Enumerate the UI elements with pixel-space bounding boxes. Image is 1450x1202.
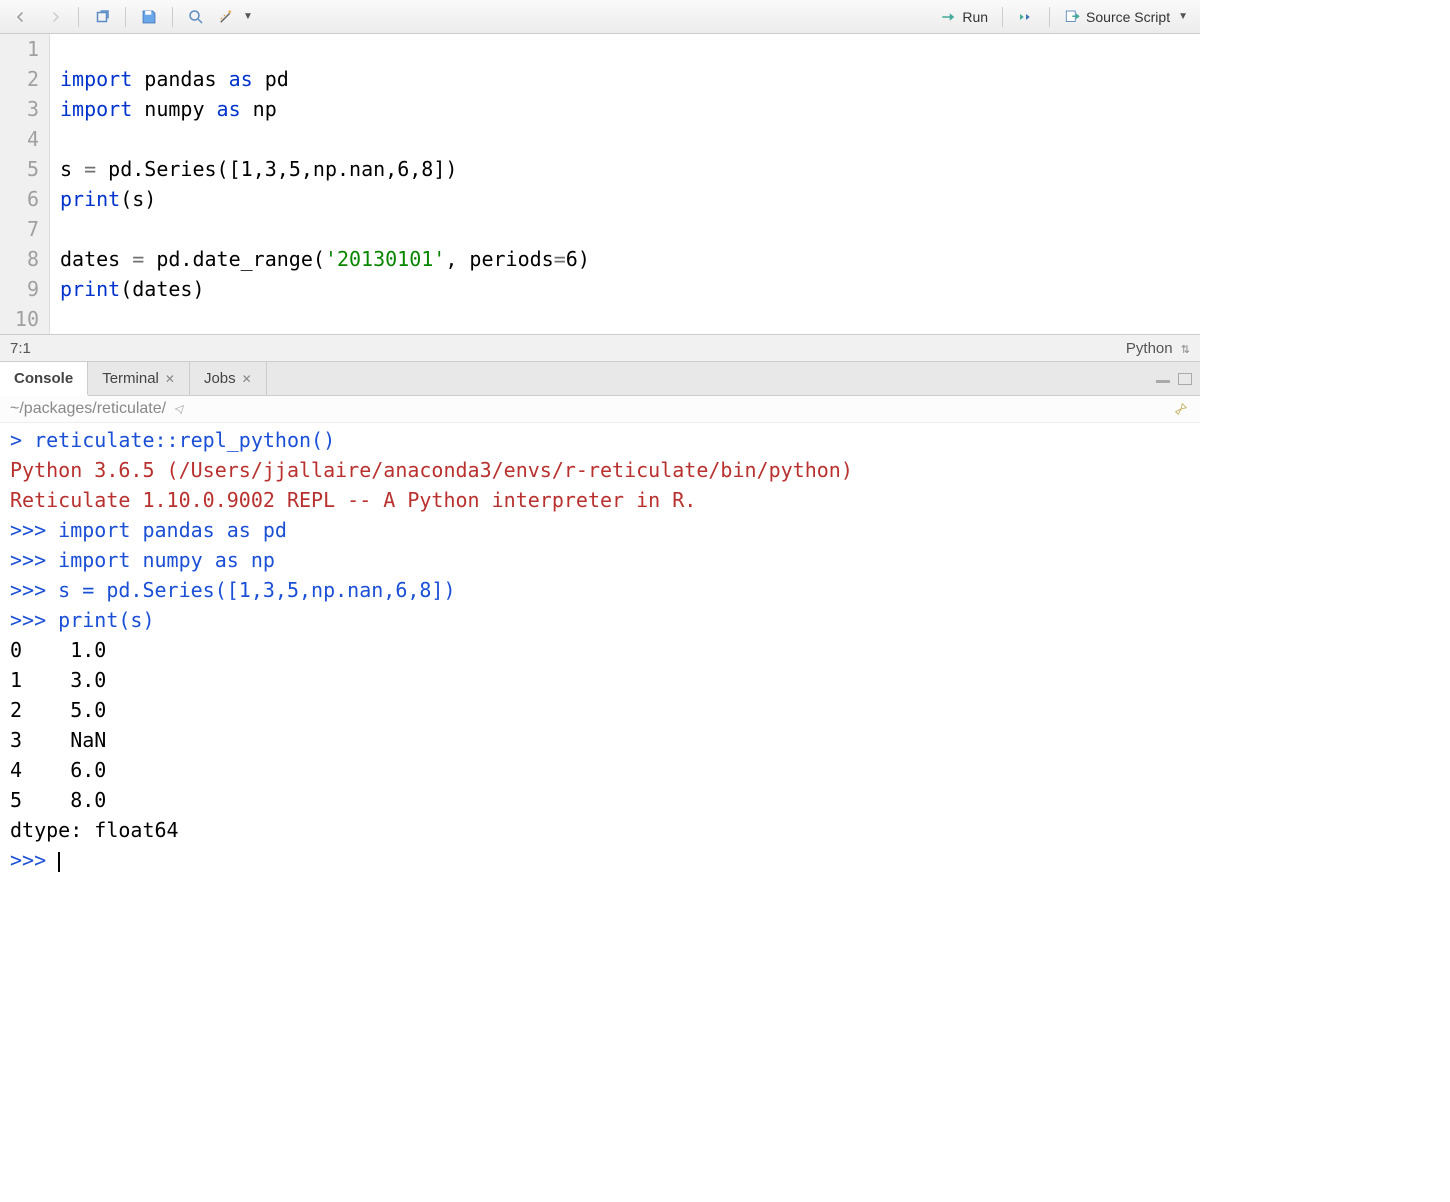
chevron-down-icon: ▼: [243, 11, 253, 22]
console-line: dtype: float64: [10, 815, 1190, 845]
source-label: Source Script: [1086, 9, 1170, 25]
line-number: 5: [14, 154, 39, 184]
share-icon[interactable]: [172, 402, 188, 416]
code-line[interactable]: dates = pd.date_range('20130101', period…: [60, 244, 1190, 274]
line-number: 4: [14, 124, 39, 154]
line-gutter: 12345678910: [0, 34, 50, 334]
search-icon: [187, 8, 205, 26]
console-line: Reticulate 1.10.0.9002 REPL -- A Python …: [10, 485, 1190, 515]
code-line[interactable]: import pandas as pd: [60, 64, 1190, 94]
line-number: 7: [14, 214, 39, 244]
console-line: 3 NaN: [10, 725, 1190, 755]
source-button[interactable]: Source Script ▼: [1058, 6, 1194, 28]
line-number: 3: [14, 94, 39, 124]
code-line[interactable]: print(s): [60, 184, 1190, 214]
tab-terminal[interactable]: Terminal ✕: [88, 362, 190, 395]
console-line: >>>: [10, 845, 1190, 875]
line-number: 10: [14, 304, 39, 334]
maximize-icon[interactable]: [1178, 373, 1192, 385]
forward-button[interactable]: [40, 6, 70, 28]
wand-button[interactable]: ▼: [211, 6, 259, 28]
separator: [78, 7, 79, 27]
rerun-button[interactable]: [1011, 6, 1041, 28]
editor-status-bar: 7:1 Python ⇅: [0, 334, 1200, 362]
line-number: 2: [14, 64, 39, 94]
console-line: >>> s = pd.Series([1,3,5,np.nan,6,8]): [10, 575, 1190, 605]
language-selector[interactable]: Python ⇅: [1126, 340, 1190, 357]
separator: [1002, 7, 1003, 27]
source-icon: [1064, 8, 1082, 26]
console-path-bar: ~/packages/reticulate/: [0, 396, 1200, 423]
tab-jobs[interactable]: Jobs ✕: [190, 362, 267, 395]
arrow-left-icon: [12, 8, 30, 26]
cursor-position: 7:1: [10, 340, 31, 357]
console-line: Python 3.6.5 (/Users/jjallaire/anaconda3…: [10, 455, 1190, 485]
line-number: 9: [14, 274, 39, 304]
line-number: 1: [14, 34, 39, 64]
code-line[interactable]: [60, 214, 1190, 244]
save-icon: [140, 8, 158, 26]
back-button[interactable]: [6, 6, 36, 28]
separator: [1049, 7, 1050, 27]
code-line[interactable]: [60, 304, 1190, 334]
code-lines[interactable]: import pandas as pdimport numpy as np s …: [50, 34, 1200, 334]
console-line: 5 8.0: [10, 785, 1190, 815]
tab-label: Terminal: [102, 370, 159, 387]
save-button[interactable]: [134, 6, 164, 28]
run-label: Run: [962, 9, 988, 25]
code-line[interactable]: print(dates): [60, 274, 1190, 304]
code-line[interactable]: import numpy as np: [60, 94, 1190, 124]
close-icon[interactable]: ✕: [242, 372, 252, 386]
console-line: > reticulate::repl_python(): [10, 425, 1190, 455]
tab-label: Console: [14, 370, 73, 387]
minimize-icon[interactable]: [1156, 374, 1172, 384]
popout-button[interactable]: [87, 6, 117, 28]
tab-console[interactable]: Console: [0, 362, 88, 396]
wand-icon: [217, 8, 235, 26]
code-line[interactable]: s = pd.Series([1,3,5,np.nan,6,8]): [60, 154, 1190, 184]
search-button[interactable]: [181, 6, 211, 28]
editor-toolbar: ▼ Run Source Script ▼: [0, 0, 1200, 34]
console-line: 1 3.0: [10, 665, 1190, 695]
tab-label: Jobs: [204, 370, 236, 387]
separator: [172, 7, 173, 27]
code-line[interactable]: [60, 124, 1190, 154]
popout-icon: [93, 8, 111, 26]
code-editor[interactable]: 12345678910 import pandas as pdimport nu…: [0, 34, 1200, 334]
code-line[interactable]: [60, 34, 1190, 64]
close-icon[interactable]: ✕: [165, 372, 175, 386]
rerun-icon: [1017, 8, 1035, 26]
cursor: [58, 852, 60, 872]
sort-icon: ⇅: [1181, 344, 1190, 356]
line-number: 6: [14, 184, 39, 214]
console-line: 2 5.0: [10, 695, 1190, 725]
console-line: >>> import pandas as pd: [10, 515, 1190, 545]
run-icon: [940, 8, 958, 26]
console-tabs: Console Terminal ✕ Jobs ✕: [0, 362, 1200, 396]
arrow-right-icon: [46, 8, 64, 26]
working-dir: ~/packages/reticulate/: [10, 400, 166, 418]
run-button[interactable]: Run: [934, 6, 994, 28]
broom-icon[interactable]: [1172, 401, 1190, 417]
separator: [125, 7, 126, 27]
console-output[interactable]: > reticulate::repl_python()Python 3.6.5 …: [0, 423, 1200, 877]
chevron-down-icon: ▼: [1178, 11, 1188, 22]
console-line: 0 1.0: [10, 635, 1190, 665]
console-line: 4 6.0: [10, 755, 1190, 785]
console-line: >>> import numpy as np: [10, 545, 1190, 575]
line-number: 8: [14, 244, 39, 274]
console-line: >>> print(s): [10, 605, 1190, 635]
